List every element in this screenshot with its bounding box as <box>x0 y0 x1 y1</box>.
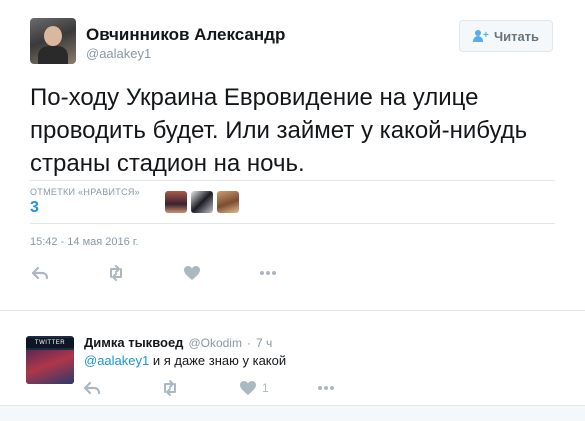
more-icon <box>260 271 276 275</box>
avatar-body <box>38 46 68 64</box>
reply-text: @aalakey1 и я даже знаю у какой <box>84 353 286 368</box>
author-handle[interactable]: @aalakey1 <box>86 46 151 61</box>
reply-button[interactable] <box>30 262 106 284</box>
retweet-icon <box>110 265 122 281</box>
more-button[interactable] <box>316 377 394 399</box>
more-button[interactable] <box>258 262 334 284</box>
tweet-stats: ОТМЕТКИ «НРАВИТСЯ» 3 <box>30 180 555 224</box>
follow-button[interactable]: + Читать <box>459 20 553 52</box>
avatar-face <box>44 26 62 46</box>
meta-separator: · <box>246 336 251 350</box>
liker-avatar[interactable] <box>191 191 213 213</box>
tweet-text: По-ходу Украина Евровидение на улице про… <box>30 84 528 177</box>
like-icon <box>240 381 256 395</box>
author-avatar[interactable] <box>30 18 76 64</box>
likers-avatars <box>165 191 239 213</box>
reply-like-count: 1 <box>262 381 269 395</box>
reply-header: Димка тыквоед @Okodim · 7 ч <box>84 335 272 350</box>
reply-author-name[interactable]: Димка тыквоед <box>84 335 183 350</box>
main-tweet: Овчинников Александр @aalakey1 + Читать … <box>0 0 585 310</box>
more-icon <box>318 386 334 390</box>
like-button[interactable]: 1 <box>238 377 316 399</box>
avatar-banner-text: TWITTER <box>26 338 74 348</box>
retweet-button[interactable] <box>160 377 238 399</box>
liker-avatar[interactable] <box>165 191 187 213</box>
separator <box>0 310 585 311</box>
liker-avatar[interactable] <box>217 191 239 213</box>
likes-label: ОТМЕТКИ «НРАВИТСЯ» <box>30 187 140 197</box>
tweet-timestamp[interactable]: 15:42 - 14 мая 2016 г. <box>30 236 139 248</box>
reply-icon <box>83 381 101 395</box>
likes-count[interactable]: 3 <box>30 199 39 217</box>
author-name[interactable]: Овчинников Александр <box>86 25 285 45</box>
reply-author-avatar[interactable]: TWITTER <box>26 336 74 384</box>
reply-actions: 1 <box>82 377 394 399</box>
follow-button-label: Читать <box>493 28 540 44</box>
reply-icon <box>31 266 49 280</box>
like-icon <box>184 266 200 280</box>
reply-button[interactable] <box>82 377 160 399</box>
tweet-actions <box>30 262 334 284</box>
like-button[interactable] <box>182 262 258 284</box>
bottom-strip <box>0 405 585 421</box>
follow-user-icon: + <box>472 30 489 42</box>
reply-body: и я даже знаю у какой <box>152 353 287 368</box>
reply-author-handle[interactable]: @Okodim <box>188 336 242 350</box>
reply-mention-link[interactable]: @aalakey1 <box>84 353 149 368</box>
avatar-scene <box>26 350 74 384</box>
retweet-button[interactable] <box>106 262 182 284</box>
retweet-icon <box>164 380 176 396</box>
reply-time[interactable]: 7 ч <box>256 336 272 350</box>
reply-tweet[interactable]: TWITTER Димка тыквоед @Okodim · 7 ч @aal… <box>0 322 585 404</box>
